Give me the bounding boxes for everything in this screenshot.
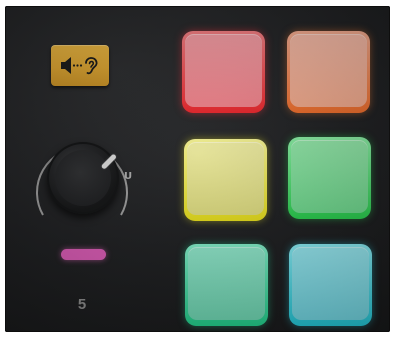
controller-panel: U 5 [5, 6, 390, 332]
knob-indicator [100, 153, 117, 170]
bank-led-indicator [61, 249, 106, 260]
pad-5[interactable] [185, 244, 268, 326]
bank-number: 5 [77, 296, 87, 313]
monitor-button[interactable] [51, 45, 109, 86]
pad-6[interactable] [289, 244, 372, 326]
pad-4[interactable] [288, 137, 371, 219]
unity-label: U [124, 171, 133, 182]
pad-3[interactable] [184, 139, 267, 221]
gain-knob-assembly: U [23, 123, 143, 233]
pad-1[interactable] [182, 31, 265, 113]
pad-2[interactable] [287, 31, 370, 113]
gain-knob[interactable] [47, 142, 119, 214]
speaker-ear-icon [61, 57, 98, 75]
